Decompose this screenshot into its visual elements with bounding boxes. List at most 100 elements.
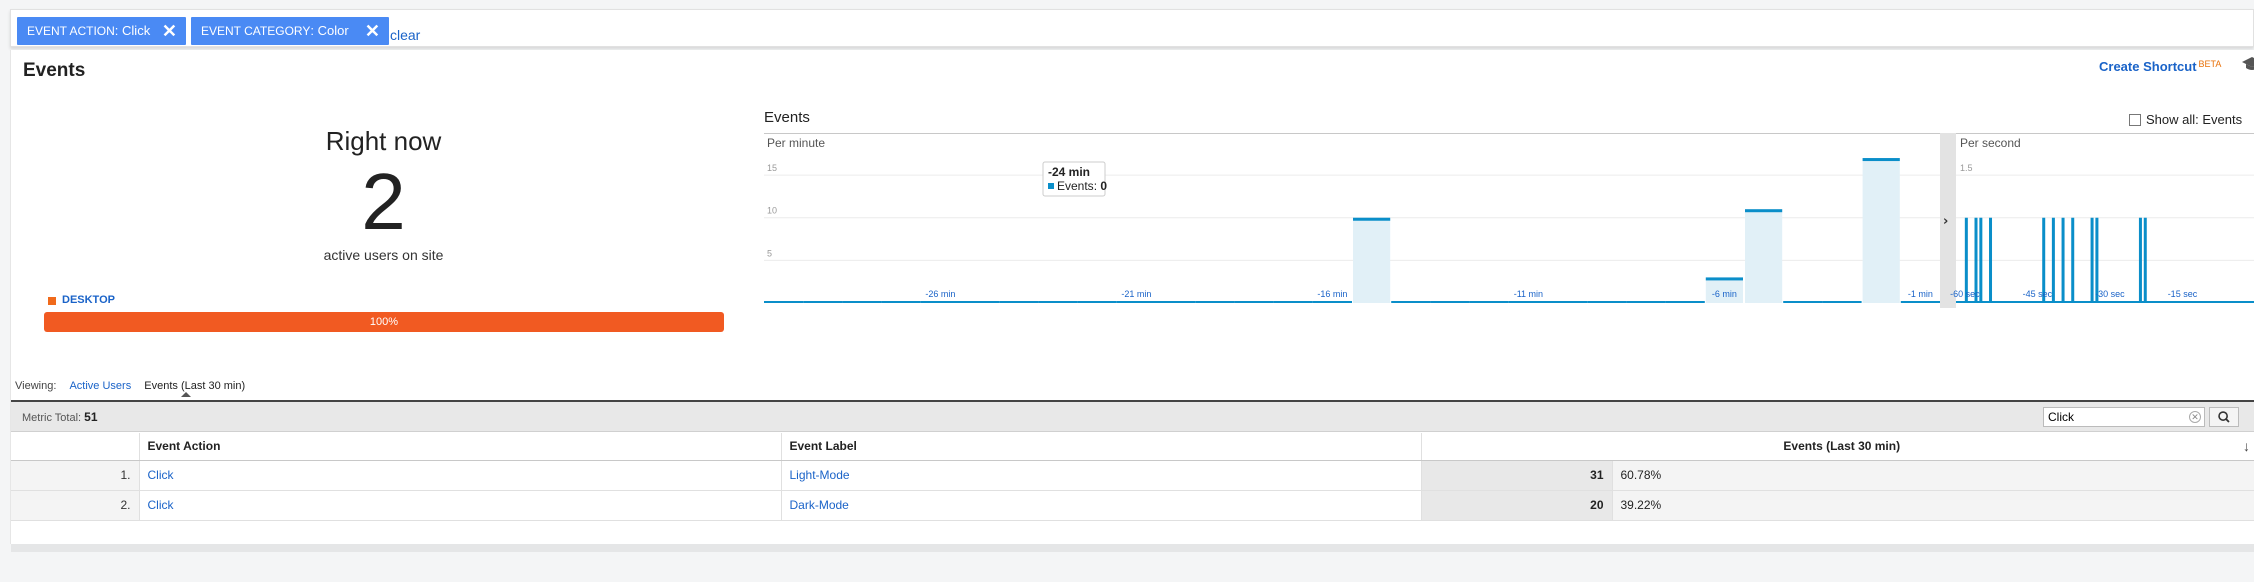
zero-bar [1900,301,1940,303]
zero-bar [842,301,882,303]
show-all-events-toggle[interactable]: Show all: Events [2129,112,2242,127]
remove-filter-icon[interactable]: ✕ [365,17,380,45]
zero-bar [1587,301,1627,303]
device-share-bar: 100% [44,312,724,332]
zero-bar [1783,301,1823,303]
zero-bar [1626,301,1666,303]
tooltip-series: Events [1057,179,1094,193]
clear-filters-link[interactable]: clear [390,27,420,43]
zero-bar [1508,301,1548,303]
zero-bar [1312,301,1352,303]
zero-bar [920,301,960,303]
create-shortcut-link[interactable]: Create Shortcut BETA [2099,59,2221,74]
zero-bar [1822,301,1862,303]
column-header-event-label[interactable]: Event Label [781,433,1422,461]
x-tick-label: -45 sec [2023,289,2053,299]
x-tick-label: -30 sec [2095,289,2125,299]
x-tick-label: -11 min [1514,289,1543,299]
bar [2138,217,2142,303]
y-tick-label: 1.5 [1960,163,1973,173]
event-label-link[interactable]: Dark-Mode [781,490,1422,521]
zero-bar [1391,301,1431,303]
tab-events-last-30-min[interactable]: Events (Last 30 min) [144,380,245,392]
bar [2143,217,2147,303]
bar [2071,217,2075,303]
events-chart: Per minute 5 10 15 -26 min -21 min -16 min -1… [764,133,2254,308]
zero-bar [999,301,1039,303]
events-percent: 39.22% [1612,490,2254,521]
zero-bar [881,301,921,303]
metric-total: Metric Total: 51 [22,410,98,424]
bar [2090,217,2094,303]
page-title: Events [23,60,86,81]
x-tick-label: -60 sec [1950,289,1980,299]
filter-value: Color [317,23,349,38]
zero-bar [1038,301,1078,303]
checkbox[interactable] [2129,114,2141,126]
active-users-count: 2 [361,157,406,246]
bar [1979,217,1983,303]
clear-search-icon[interactable]: ✕ [2189,411,2201,423]
bar [1745,209,1783,303]
zero-bar [1665,301,1705,303]
bar [1862,158,1900,303]
x-tick-label: -21 min [1121,289,1151,299]
bar [2051,217,2055,303]
zero-bar [1273,301,1313,303]
column-header-events[interactable]: Events (Last 30 min) ↓ [1421,433,2254,461]
bar [2061,217,2065,303]
viewing-label: Viewing: [15,380,57,392]
expand-arrow-icon[interactable]: › [1943,214,1948,229]
y-tick-label: 10 [767,206,777,216]
bar [1989,217,1993,303]
event-label-link[interactable]: Light-Mode [781,460,1422,491]
x-tick-label: -15 sec [2168,289,2198,299]
events-chart-title: Events [764,109,810,126]
table-search-input[interactable] [2043,407,2205,427]
viewing-tabs: Viewing: Active Users Events (Last 30 mi… [15,380,245,392]
filter-value: Click [122,23,151,38]
row-index: 2. [11,490,140,521]
y-tick-label: 15 [767,163,777,173]
remove-filter-icon[interactable]: ✕ [162,17,177,45]
zero-bar [1195,301,1235,303]
column-header-event-action[interactable]: Event Action [139,433,782,461]
per-second-label: Per second [1960,136,2021,150]
zero-bar [1234,301,1274,303]
filter-key: EVENT CATEGORY [201,24,311,38]
filter-chip-event-action[interactable]: EVENT ACTION: Click ✕ [17,17,186,45]
active-tab-indicator [181,392,191,397]
events-percent: 60.78% [1612,460,2254,491]
per-minute-label: Per minute [767,136,825,150]
index-header [11,433,140,461]
event-action-link[interactable]: Click [139,460,782,491]
zero-bar [1077,301,1117,303]
zero-bar [1956,301,2254,303]
svg-text:Events: 0: Events: 0 [1057,179,1107,193]
zero-bar [1548,301,1588,303]
zero-bar [1469,301,1509,303]
events-table: Event Action Event Label Events (Last 30… [11,433,2254,521]
search-button[interactable] [2209,407,2239,427]
event-action-link[interactable]: Click [139,490,782,521]
filter-key: EVENT ACTION [27,24,115,38]
zero-bar [960,301,1000,303]
x-tick-label: -26 min [925,289,955,299]
x-tick-label: -6 min [1712,289,1737,299]
bar-cap [1745,209,1783,213]
x-tick-label: -16 min [1317,289,1347,299]
device-legend-label[interactable]: DESKTOP [62,294,115,306]
sort-descending-icon[interactable]: ↓ [2243,438,2250,454]
tab-active-users[interactable]: Active Users [69,380,131,392]
panel-footer [11,544,2254,552]
x-tick-label: -1 min [1908,289,1933,299]
zero-bar [764,301,804,303]
row-index: 1. [11,460,140,491]
create-shortcut-label: Create Shortcut [2099,59,2197,74]
filter-chip-event-category[interactable]: EVENT CATEGORY: Color ✕ [191,17,389,45]
bar-cap [1862,158,1900,162]
show-all-label: Show all: Events [2146,112,2243,127]
graduation-cap-icon[interactable] [2241,56,2254,72]
bar [1353,217,1391,303]
tooltip-value: 0 [1100,179,1107,193]
